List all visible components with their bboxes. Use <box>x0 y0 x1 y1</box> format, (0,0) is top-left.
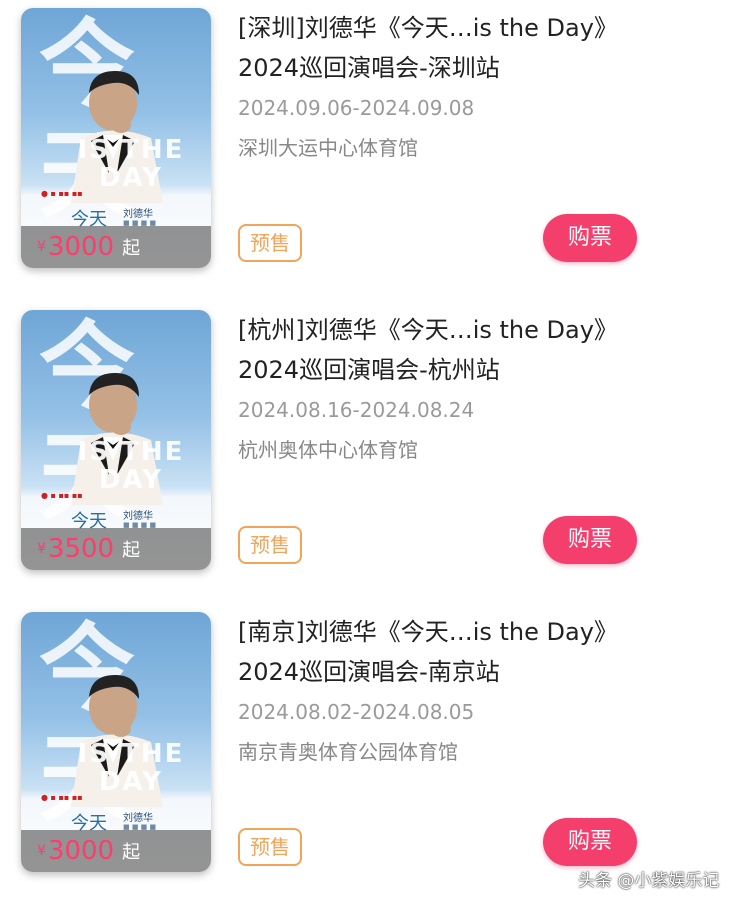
event-card[interactable]: 今天 IS THE DAY ● ▪ ▪▪ ▪▪ 今天 刘德华 ■ ■ ■ ■ <box>0 612 754 892</box>
event-title-line2[interactable]: 2024巡回演唱会-南京站 <box>238 652 738 692</box>
event-poster[interactable]: 今天 IS THE DAY ● ▪ ▪▪ ▪▪ 今天 刘德华 ■ ■ ■ ■ <box>21 8 211 268</box>
event-list: 今天 IS THE DAY ● ▪ ▪▪ ▪▪ 今天 刘德华 ■ ■ ■ ■ <box>0 0 754 905</box>
price-overlay: ¥ 3500 起 <box>21 528 211 570</box>
price-suffix: 起 <box>122 842 141 863</box>
price-amount: 3000 <box>47 232 115 262</box>
event-venue: 杭州奥体中心体育馆 <box>238 438 418 462</box>
price-suffix: 起 <box>122 238 141 259</box>
event-dates: 2024.08.16-2024.08.24 <box>238 398 475 422</box>
buy-ticket-button[interactable]: 购票 <box>543 214 637 262</box>
currency-symbol: ¥ <box>37 239 46 255</box>
poster-is-the-day: IS THE DAY <box>77 739 185 797</box>
event-poster[interactable]: 今天 IS THE DAY ● ▪ ▪▪ ▪▪ 今天 刘德华 ■ ■ ■ ■ <box>21 612 211 872</box>
sponsor-logos: ● ▪ ▪▪ ▪▪ <box>41 491 83 500</box>
event-info[interactable]: [深圳]刘德华《今天…is the Day》 2024巡回演唱会-深圳站 202… <box>238 8 738 166</box>
event-title-line1[interactable]: [南京]刘德华《今天…is the Day》 <box>238 612 738 652</box>
event-dates: 2024.09.06-2024.09.08 <box>238 96 475 120</box>
event-dates: 2024.08.02-2024.08.05 <box>238 700 475 724</box>
source-watermark: 头条 @小紫娱乐记 <box>578 871 720 891</box>
event-info[interactable]: [杭州]刘德华《今天…is the Day》 2024巡回演唱会-杭州站 202… <box>238 310 738 468</box>
poster-is-the-day: IS THE DAY <box>77 437 185 495</box>
buy-ticket-button[interactable]: 购票 <box>543 516 637 564</box>
presale-badge: 预售 <box>238 526 302 564</box>
event-title-line1[interactable]: [杭州]刘德华《今天…is the Day》 <box>238 310 738 350</box>
event-venue: 深圳大运中心体育馆 <box>238 136 418 160</box>
poster-is-the-day: IS THE DAY <box>77 135 185 193</box>
event-card[interactable]: 今天 IS THE DAY ● ▪ ▪▪ ▪▪ 今天 刘德华 ■ ■ ■ ■ <box>0 8 754 288</box>
price-overlay: ¥ 3000 起 <box>21 226 211 268</box>
presale-badge: 预售 <box>238 828 302 866</box>
sponsor-logos: ● ▪ ▪▪ ▪▪ <box>41 793 83 802</box>
event-poster[interactable]: 今天 IS THE DAY ● ▪ ▪▪ ▪▪ 今天 刘德华 ■ ■ ■ ■ <box>21 310 211 570</box>
currency-symbol: ¥ <box>37 843 46 859</box>
event-title-line2[interactable]: 2024巡回演唱会-深圳站 <box>238 48 738 88</box>
event-card[interactable]: 今天 IS THE DAY ● ▪ ▪▪ ▪▪ 今天 刘德华 ■ ■ ■ ■ <box>0 310 754 590</box>
price-suffix: 起 <box>122 540 141 561</box>
price-amount: 3500 <box>47 534 115 564</box>
presale-badge: 预售 <box>238 224 302 262</box>
event-venue: 南京青奥体育公园体育馆 <box>238 740 458 764</box>
price-overlay: ¥ 3000 起 <box>21 830 211 872</box>
price-amount: 3000 <box>47 836 115 866</box>
buy-ticket-button[interactable]: 购票 <box>543 818 637 866</box>
event-title-line2[interactable]: 2024巡回演唱会-杭州站 <box>238 350 738 390</box>
currency-symbol: ¥ <box>37 541 46 557</box>
event-info[interactable]: [南京]刘德华《今天…is the Day》 2024巡回演唱会-南京站 202… <box>238 612 738 770</box>
sponsor-logos: ● ▪ ▪▪ ▪▪ <box>41 189 83 198</box>
event-title-line1[interactable]: [深圳]刘德华《今天…is the Day》 <box>238 8 738 48</box>
